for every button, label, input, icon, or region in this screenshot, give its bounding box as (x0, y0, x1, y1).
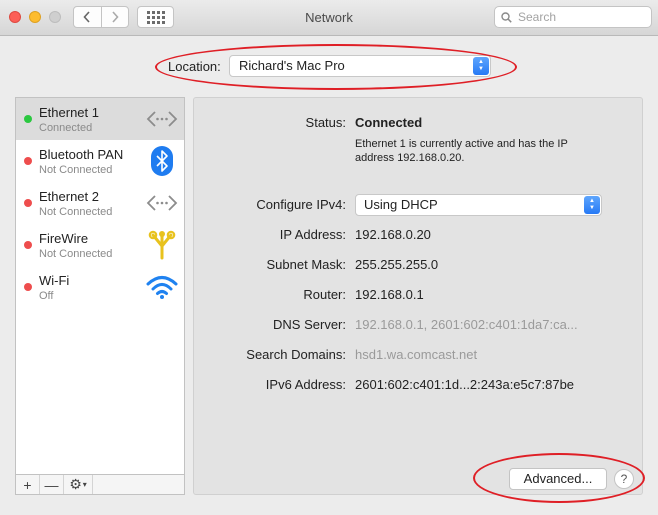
service-list-controls: + — ⚙ ▾ (16, 474, 184, 494)
search-domains-label: Search Domains: (246, 347, 346, 362)
service-name: Ethernet 1 (39, 105, 99, 120)
router-value: 192.168.0.1 (355, 287, 424, 302)
service-status: Off (39, 290, 54, 302)
service-name: Ethernet 2 (39, 189, 99, 204)
status-dot-red (24, 199, 32, 207)
service-item-ethernet-2[interactable]: Ethernet 2 Not Connected (16, 182, 184, 224)
service-item-bluetooth-pan[interactable]: Bluetooth PAN Not Connected (16, 140, 184, 182)
help-button[interactable]: ? (614, 469, 634, 489)
bluetooth-icon (146, 145, 178, 177)
search-field[interactable]: Search (494, 6, 652, 28)
title-bar: Network Search (0, 0, 658, 36)
dns-server-value: 192.168.0.1, 2601:602:c401:1da7:ca... (355, 317, 578, 332)
service-status: Connected (39, 122, 93, 134)
remove-service-button[interactable]: — (40, 475, 64, 494)
service-name: FireWire (39, 231, 89, 246)
ethernet-icon (146, 103, 178, 135)
popup-arrows-icon: ▲ ▼ (473, 57, 489, 75)
service-item-wi-fi[interactable]: Wi-Fi Off (16, 266, 184, 308)
location-select[interactable]: Richard's Mac Pro ▲ ▼ (229, 55, 491, 77)
configure-ipv4-label: Configure IPv4: (256, 197, 346, 212)
status-dot-green (24, 115, 32, 123)
service-status: Not Connected (39, 248, 113, 260)
firewire-icon (146, 229, 178, 261)
service-item-ethernet-1[interactable]: Ethernet 1 Connected (16, 98, 184, 140)
location-value: Richard's Mac Pro (239, 58, 345, 73)
status-dot-red (24, 241, 32, 249)
router-label: Router: (303, 287, 346, 302)
status-dot-red (24, 157, 32, 165)
advanced-button[interactable]: Advanced... (509, 468, 607, 490)
wifi-icon (146, 271, 178, 303)
location-label: Location: (168, 59, 221, 74)
action-menu-button[interactable]: ⚙ ▾ (64, 475, 93, 494)
ipv6-address-value: 2601:602:c401:1d...2:243a:e5c7:87be (355, 377, 575, 392)
search-placeholder: Search (518, 10, 557, 24)
subnet-mask-value: 255.255.255.0 (355, 257, 439, 272)
ethernet-icon (146, 187, 178, 219)
service-status: Not Connected (39, 206, 113, 218)
service-list: Ethernet 1 Connected Bluetooth PAN Not C… (15, 97, 185, 495)
service-name: Bluetooth PAN (39, 147, 124, 162)
add-service-button[interactable]: + (16, 475, 40, 494)
search-domains-value: hsd1.wa.comcast.net (355, 347, 478, 362)
status-description: Ethernet 1 is currently active and has t… (355, 138, 568, 164)
gear-icon: ⚙ (69, 476, 82, 492)
configure-ipv4-select[interactable]: Using DHCP ▲ ▼ (355, 194, 602, 216)
ip-address-value: 192.168.0.20 (355, 227, 431, 242)
status-dot-red (24, 283, 32, 291)
status-value: Connected (355, 115, 423, 130)
chevron-down-icon: ▾ (82, 480, 87, 489)
dns-server-label: DNS Server: (273, 317, 346, 332)
status-label: Status: (305, 115, 346, 130)
configure-ipv4-value: Using DHCP (364, 197, 438, 212)
ip-address-label: IP Address: (279, 227, 346, 242)
subnet-mask-label: Subnet Mask: (266, 257, 347, 272)
service-detail-pane: Status: Connected Ethernet 1 is currentl… (193, 97, 643, 495)
popup-arrows-icon: ▲ ▼ (584, 196, 600, 214)
ipv6-address-label: IPv6 Address: (265, 377, 346, 392)
search-icon (501, 11, 512, 23)
service-item-firewire[interactable]: FireWire Not Connected (16, 224, 184, 266)
service-name: Wi-Fi (39, 273, 70, 288)
service-status: Not Connected (39, 164, 113, 176)
